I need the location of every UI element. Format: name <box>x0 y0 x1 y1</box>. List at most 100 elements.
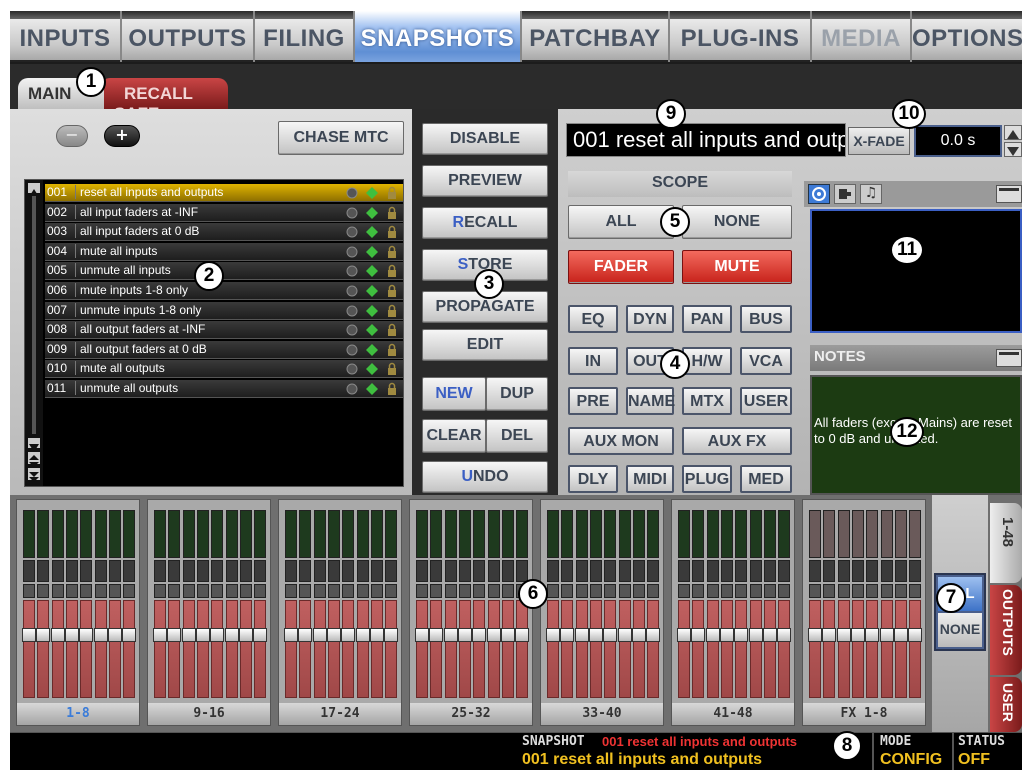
tab-outputs[interactable]: OUTPUTS <box>122 11 255 62</box>
lock-icon[interactable] <box>385 362 399 376</box>
lock-icon[interactable] <box>385 264 399 278</box>
fader-cap[interactable] <box>748 628 763 642</box>
lock-icon[interactable] <box>385 206 399 220</box>
scope-aux-mon-button[interactable]: AUX MON <box>568 427 674 455</box>
channel-group-label[interactable]: FX 1-8 <box>803 703 925 725</box>
scope-dyn-button[interactable]: DYN <box>626 305 674 333</box>
scope-dly-button[interactable]: DLY <box>568 465 618 493</box>
tab-patchbay[interactable]: PATCHBAY <box>522 11 670 62</box>
scope-mute-button[interactable]: MUTE <box>682 250 792 284</box>
scope-dial-icon[interactable] <box>345 284 359 298</box>
snapshot-list-item[interactable]: 002 all input faders at -INF <box>45 203 403 222</box>
fader-cap[interactable] <box>384 628 399 642</box>
channel-strip[interactable] <box>238 510 253 698</box>
scope-med-button[interactable]: MED <box>740 465 792 493</box>
channel-group-label[interactable]: 25-32 <box>410 703 532 725</box>
channel-strip[interactable] <box>879 510 894 698</box>
notes-menu-icon[interactable] <box>996 349 1022 367</box>
snapshot-list[interactable]: 001 reset all inputs and outputs 002 all in… <box>24 179 404 487</box>
clear-button[interactable]: CLEAR <box>422 419 486 453</box>
fader-cap[interactable] <box>836 628 851 642</box>
channel-strip[interactable] <box>457 510 472 698</box>
fader-cap[interactable] <box>429 628 444 642</box>
tab-recall-safe[interactable]: RECALL SAFE <box>100 78 228 123</box>
enabled-diamond-icon[interactable] <box>365 304 379 318</box>
fader-cap[interactable] <box>588 628 603 642</box>
fader-cap[interactable] <box>617 628 632 642</box>
channel-strip[interactable] <box>574 510 589 698</box>
fader-cap[interactable] <box>879 628 894 642</box>
enabled-diamond-icon[interactable] <box>365 225 379 239</box>
channel-strip[interactable] <box>429 510 444 698</box>
fader-cap[interactable] <box>472 628 487 642</box>
scope-pan-button[interactable]: PAN <box>682 305 732 333</box>
tab-plug-ins[interactable]: PLUG-INS <box>670 11 812 62</box>
fader-cap[interactable] <box>341 628 356 642</box>
channel-strip[interactable] <box>415 510 429 698</box>
lock-icon[interactable] <box>385 245 399 259</box>
channel-strip[interactable] <box>93 510 108 698</box>
enabled-diamond-icon[interactable] <box>365 343 379 357</box>
snapshot-list-item[interactable]: 005 unmute all inputs <box>45 262 403 281</box>
scope-midi-button[interactable]: MIDI <box>626 465 674 493</box>
undo-button[interactable]: UNDO <box>422 461 548 493</box>
scope-mtx-button[interactable]: MTX <box>682 387 732 415</box>
snapshot-list-item[interactable]: 007 unmute inputs 1-8 only <box>45 301 403 320</box>
fader-cap[interactable] <box>893 628 908 642</box>
scope-dial-icon[interactable] <box>345 264 359 278</box>
zoom-in-button[interactable]: + <box>104 125 140 147</box>
channel-strip[interactable] <box>369 510 384 698</box>
fader-cap[interactable] <box>284 628 298 642</box>
channel-strip[interactable] <box>122 510 137 698</box>
channel-strip[interactable] <box>79 510 94 698</box>
scroll-up-arrow-icon[interactable] <box>28 183 40 197</box>
channel-strip[interactable] <box>762 510 777 698</box>
fader-cap[interactable] <box>210 628 225 642</box>
enabled-diamond-icon[interactable] <box>365 284 379 298</box>
channel-strip[interactable] <box>284 510 298 698</box>
chase-mtc-button[interactable]: CHASE MTC <box>278 121 404 155</box>
snapshot-name-field[interactable]: 001 reset all inputs and outputs <box>566 123 846 157</box>
fader-cap[interactable] <box>415 628 429 642</box>
fader-cap[interactable] <box>574 628 589 642</box>
scope-in-button[interactable]: IN <box>568 347 618 375</box>
enabled-diamond-icon[interactable] <box>365 264 379 278</box>
fader-cap[interactable] <box>808 628 822 642</box>
channel-strip[interactable] <box>50 510 65 698</box>
channel-strip[interactable] <box>443 510 458 698</box>
channel-strip[interactable] <box>253 510 268 698</box>
scope-pre-button[interactable]: PRE <box>568 387 618 415</box>
channel-strip[interactable] <box>326 510 341 698</box>
channel-strip[interactable] <box>617 510 632 698</box>
snapshot-list-item[interactable]: 008 all output faders at -INF <box>45 321 403 340</box>
channel-strip[interactable] <box>560 510 575 698</box>
scope-dial-icon[interactable] <box>345 245 359 259</box>
channel-group-label[interactable]: 41-48 <box>672 703 794 725</box>
lock-icon[interactable] <box>385 382 399 396</box>
fader-cap[interactable] <box>457 628 472 642</box>
scope-vca-button[interactable]: VCA <box>740 347 792 375</box>
channel-strip[interactable] <box>631 510 646 698</box>
snapshot-list-item[interactable]: 004 mute all inputs <box>45 242 403 261</box>
lock-icon[interactable] <box>385 284 399 298</box>
enabled-diamond-icon[interactable] <box>365 206 379 220</box>
fader-cap[interactable] <box>515 628 530 642</box>
fader-cap[interactable] <box>195 628 210 642</box>
channel-strip[interactable] <box>748 510 763 698</box>
xfade-up-icon[interactable] <box>1004 125 1022 140</box>
channel-strip[interactable] <box>472 510 487 698</box>
scope-dial-icon[interactable] <box>345 323 359 337</box>
fader-cap[interactable] <box>908 628 923 642</box>
channel-strip[interactable] <box>210 510 225 698</box>
lock-icon[interactable] <box>385 304 399 318</box>
enabled-diamond-icon[interactable] <box>365 186 379 200</box>
fader-cap[interactable] <box>762 628 777 642</box>
channel-strip[interactable] <box>808 510 822 698</box>
channel-strip[interactable] <box>588 510 603 698</box>
fader-cap[interactable] <box>312 628 327 642</box>
tab-snapshots[interactable]: SNAPSHOTS <box>355 11 522 62</box>
scope-dial-icon[interactable] <box>345 304 359 318</box>
channel-group-label[interactable]: 17-24 <box>279 703 401 725</box>
fader-cap[interactable] <box>355 628 370 642</box>
del-button[interactable]: DEL <box>486 419 548 453</box>
